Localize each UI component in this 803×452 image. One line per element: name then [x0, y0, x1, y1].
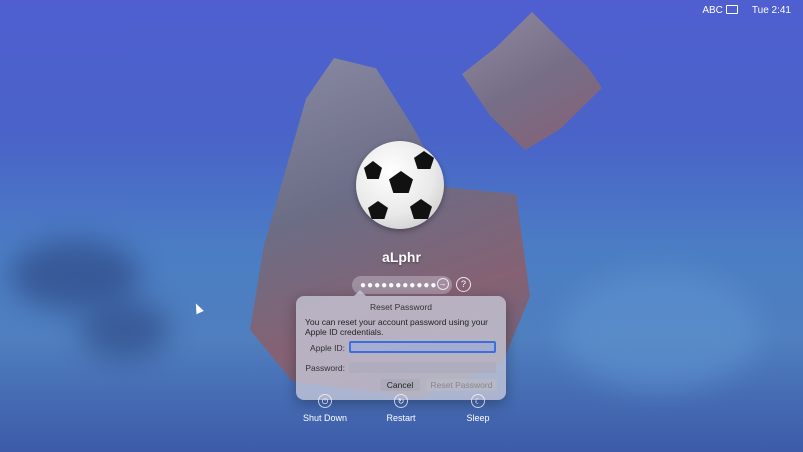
apple-password-field[interactable]	[349, 362, 496, 373]
ball-patch	[410, 199, 432, 219]
sleep-label: Sleep	[466, 413, 490, 423]
ball-patch	[414, 151, 434, 169]
power-icon: ⏻	[318, 394, 332, 408]
apple-id-label: Apple ID:	[310, 343, 345, 353]
shut-down-button[interactable]: ⏻ Shut Down	[295, 394, 355, 423]
apple-id-field[interactable]	[349, 341, 496, 353]
keyboard-icon	[725, 5, 738, 15]
dialog-message: You can reset your account password usin…	[305, 317, 489, 337]
user-avatar[interactable]	[356, 141, 444, 229]
ball-patch	[364, 161, 382, 179]
wallpaper-light	[560, 270, 760, 390]
help-button[interactable]: ?	[456, 277, 471, 292]
password-label: Password:	[305, 363, 345, 373]
mouse-cursor	[192, 301, 204, 315]
menu-bar: ABC Tue 2:41	[702, 0, 803, 20]
dialog-caret	[354, 290, 366, 296]
username-label: aLphr	[382, 249, 421, 265]
password-field[interactable]: ●●●●●●●●●●● →	[352, 276, 452, 294]
input-source-label: ABC	[702, 4, 723, 16]
rock-formation-small	[462, 12, 602, 150]
shut-down-label: Shut Down	[302, 413, 348, 423]
wallpaper-shade	[80, 300, 170, 360]
sleep-button[interactable]: ☾ Sleep	[448, 394, 508, 423]
input-source-menu[interactable]: ABC	[702, 5, 738, 16]
restart-label: Restart	[386, 413, 416, 423]
password-mask: ●●●●●●●●●●●	[360, 279, 438, 291]
sleep-icon: ☾	[471, 394, 485, 408]
restart-icon: ↻	[394, 394, 408, 408]
reset-password-button[interactable]: Reset Password	[426, 379, 497, 391]
restart-button[interactable]: ↻ Restart	[371, 394, 431, 423]
ball-patch	[368, 201, 388, 219]
ball-patch	[389, 171, 413, 193]
cancel-button[interactable]: Cancel	[380, 379, 420, 391]
dialog-title: Reset Password	[370, 302, 432, 312]
arrow-right-circle-icon[interactable]: →	[437, 278, 449, 290]
reset-password-dialog: Reset Password You can reset your accoun…	[296, 290, 506, 400]
clock[interactable]: Tue 2:41	[752, 5, 791, 16]
